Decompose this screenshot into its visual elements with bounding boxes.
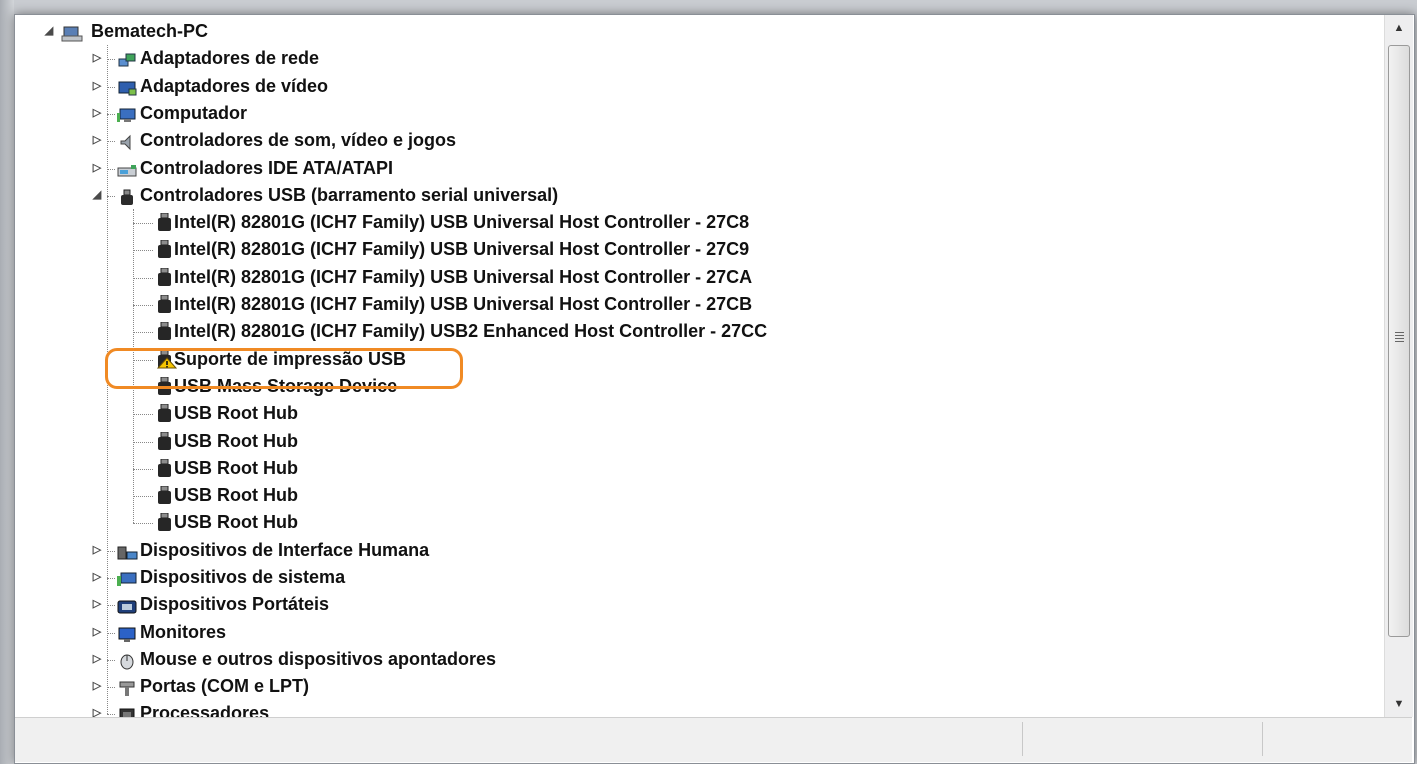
system-device-icon: [117, 569, 137, 586]
status-bar: [15, 717, 1412, 762]
scroll-down-arrow-icon[interactable]: ▼: [1385, 693, 1413, 715]
window-edge: [0, 0, 14, 764]
usb-device-icon: [155, 212, 175, 231]
usb-device-icon: [155, 458, 175, 477]
tree-connector: [133, 414, 153, 415]
usb-device-label: Intel(R) 82801G (ICH7 Family) USB Univer…: [174, 294, 753, 314]
usb-device-icon: [155, 294, 175, 313]
usb-device-label: USB Root Hub: [174, 485, 298, 505]
status-pane-1: [1022, 722, 1023, 756]
usb-device-icon: [155, 239, 175, 258]
monitor-icon: [117, 624, 137, 642]
tree-connector: [133, 523, 153, 524]
processor-icon: [117, 705, 137, 717]
hid-icon: [117, 542, 138, 560]
tree-connector: [107, 169, 115, 170]
tree-connector: [107, 87, 115, 88]
tree-root-label: Bematech-PC: [91, 21, 209, 41]
device-manager-window: ◢ Bematech-PC ▷ Adaptadores de rede ▷ Adapt…: [14, 14, 1415, 764]
tree-connector: [107, 714, 115, 715]
scroll-grip: [1395, 332, 1404, 344]
tree-category-label: Dispositivos de sistema: [140, 567, 346, 587]
tree-connector: [133, 305, 153, 306]
tree-connector: [107, 141, 115, 142]
usb-device-label: USB Root Hub: [174, 431, 298, 451]
expand-arrow-icon[interactable]: ▷: [91, 564, 103, 591]
tree-category-label: Processadores: [140, 703, 270, 717]
tree-category-label: Portas (COM e LPT): [140, 676, 310, 696]
expand-arrow-icon[interactable]: ▷: [91, 127, 103, 154]
highlight-annotation: [105, 348, 463, 389]
portable-device-icon: [117, 596, 137, 614]
usb-device-icon: [155, 431, 175, 450]
tree-category-label: Adaptadores de rede: [140, 48, 320, 68]
tree-category-label: Mouse e outros dispositivos apontadores: [140, 649, 497, 669]
usb-device-label: Intel(R) 82801G (ICH7 Family) USB Univer…: [174, 267, 753, 287]
expand-arrow-icon[interactable]: ▷: [91, 591, 103, 618]
usb-device-icon: [155, 267, 175, 286]
computer-monitor-icon: [117, 105, 137, 122]
tree-connector: [133, 442, 153, 443]
expand-arrow-icon[interactable]: ▷: [91, 537, 103, 564]
tree-connector: [107, 633, 115, 634]
scroll-up-arrow-icon[interactable]: ▲: [1385, 17, 1413, 39]
expand-arrow-icon[interactable]: ▷: [91, 73, 103, 100]
tree-connector: [107, 114, 115, 115]
collapse-arrow-icon[interactable]: ◢: [91, 182, 103, 209]
tree-connector: [133, 332, 153, 333]
status-pane-2: [1262, 722, 1263, 756]
port-icon: [117, 678, 137, 696]
usb-icon: [117, 187, 137, 205]
usb-device-label: Intel(R) 82801G (ICH7 Family) USB Univer…: [174, 239, 750, 259]
tree-category-label: Computador: [140, 103, 247, 123]
tree-connector: [133, 278, 153, 279]
ide-controller-icon: [117, 160, 137, 177]
mouse-icon: [117, 651, 137, 670]
expand-arrow-icon[interactable]: ▷: [91, 700, 103, 717]
vertical-scrollbar[interactable]: ▲ ▼: [1384, 15, 1413, 717]
expand-arrow-icon[interactable]: ▷: [91, 673, 103, 700]
tree-connector: [107, 551, 115, 552]
collapse-arrow-icon[interactable]: ◢: [43, 18, 55, 45]
tree-connector: [107, 605, 115, 606]
network-adapter-icon: [117, 50, 137, 67]
tree-category-label: Dispositivos de Interface Humana: [140, 540, 430, 560]
expand-arrow-icon[interactable]: ▷: [91, 100, 103, 127]
expand-arrow-icon[interactable]: ▷: [91, 646, 103, 673]
tree-category-label: Controladores de som, vídeo e jogos: [140, 130, 457, 150]
tree-connector: [107, 59, 115, 60]
tree-category-label: Adaptadores de vídeo: [140, 76, 329, 96]
tree-connector: [133, 223, 153, 224]
tree-connector: [133, 496, 153, 497]
expand-arrow-icon[interactable]: ▷: [91, 619, 103, 646]
usb-device-icon: [155, 403, 175, 422]
usb-device-label: Intel(R) 82801G (ICH7 Family) USB2 Enhan…: [174, 321, 768, 341]
tree-connector: [107, 660, 115, 661]
scroll-thumb[interactable]: [1388, 45, 1410, 637]
tree-category-label: Dispositivos Portáteis: [140, 594, 330, 614]
usb-device-icon: [155, 485, 175, 504]
display-adapter-icon: [117, 78, 137, 96]
device-tree[interactable]: ◢ Bematech-PC ▷ Adaptadores de rede ▷ Adapt…: [15, 15, 1384, 717]
usb-device-icon: [155, 321, 175, 340]
tree-connector: [107, 687, 115, 688]
usb-device-label: Intel(R) 82801G (ICH7 Family) USB Univer…: [174, 212, 750, 232]
computer-icon: [61, 23, 83, 42]
tree-connector: [107, 578, 115, 579]
usb-device-label: USB Root Hub: [174, 512, 298, 532]
speaker-icon: [117, 132, 137, 151]
expand-arrow-icon[interactable]: ▷: [91, 155, 103, 182]
tree-category-label: Controladores IDE ATA/ATAPI: [140, 158, 394, 178]
tree-connector: [107, 196, 115, 197]
tree-connector: [133, 250, 153, 251]
tree-connector: [133, 469, 153, 470]
usb-device-label: USB Root Hub: [174, 403, 298, 423]
expand-arrow-icon[interactable]: ▷: [91, 45, 103, 72]
usb-device-icon: [155, 512, 175, 531]
tree-category-label: Controladores USB (barramento serial uni…: [140, 185, 559, 205]
usb-device-label: USB Root Hub: [174, 458, 298, 478]
tree-category-label: Monitores: [140, 622, 227, 642]
